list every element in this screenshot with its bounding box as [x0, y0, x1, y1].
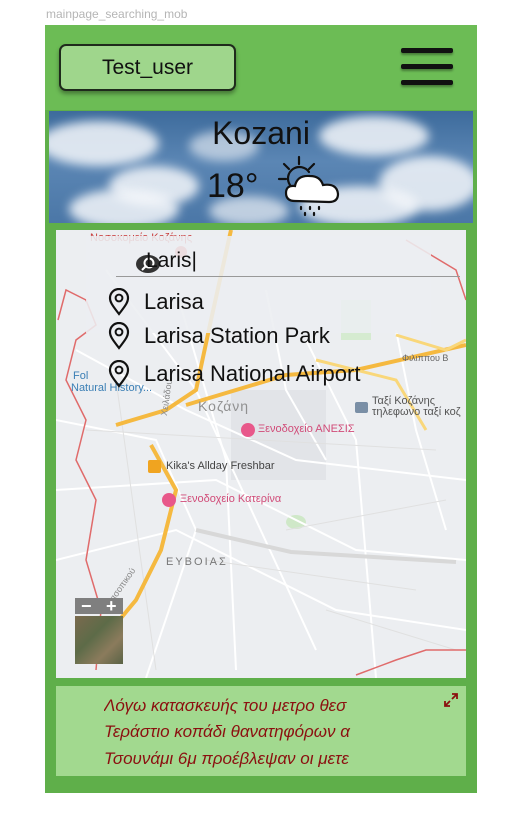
map-label-road: Φιλιππου Β	[402, 353, 449, 363]
city-name: Kozani	[212, 115, 310, 151]
map-label-city: Κοζάνη	[198, 398, 250, 414]
satellite-layer-thumbnail[interactable]	[75, 616, 123, 664]
suggestion-label: Larisa National Airport	[144, 361, 361, 386]
map-view[interactable]: Νοσοκομείο Κοζάνης Fol Natural History..…	[56, 230, 466, 678]
news-item[interactable]: Λόγω κατασκευής του μετρο θεσ	[104, 696, 464, 716]
cloud-sun-rain-icon	[277, 155, 340, 217]
search-panel: Laris|	[86, 236, 460, 333]
map-label-area: ΕΥΒΟΙΑΣ	[166, 556, 228, 568]
weather-banner: Kozani 18°	[49, 111, 473, 223]
suggestion-label: Larisa Station Park	[144, 323, 330, 348]
map-label-hotel-katerina: Ξενοδοχείο Κατερίνα	[180, 493, 282, 505]
news-item[interactable]: Τεράστιο κοπάδι θανατηφόρων α	[104, 722, 464, 742]
expand-icon[interactable]	[444, 693, 458, 707]
news-ticker: Λόγω κατασκευής του μετρο θεσ Τεράστιο κ…	[56, 686, 466, 776]
location-pin-icon	[108, 322, 130, 350]
location-pin-icon	[108, 360, 130, 388]
frame-label: mainpage_searching_mob	[46, 7, 188, 21]
hamburger-menu-icon[interactable]	[401, 45, 453, 87]
header: Test_user	[45, 25, 477, 110]
zoom-out-button[interactable]: −	[81, 596, 92, 617]
news-item[interactable]: Τσουνάμι 6μ προέβλεψαν οι μετε	[104, 749, 464, 769]
map-label-folk: Fol	[73, 370, 89, 382]
zoom-controls: − +	[75, 596, 123, 617]
temperature: 18°	[207, 167, 259, 205]
phone-frame: Test_user Kozani 18° Fol Natural History…	[45, 25, 477, 793]
zoom-in-button[interactable]: +	[106, 596, 117, 617]
suggestion-label: Larisa	[144, 289, 204, 314]
user-button[interactable]: Test_user	[59, 44, 236, 91]
map-label-taxi-phone: τηλεφωνο ταξί κοζ	[372, 406, 461, 418]
map-label-freshbar: Kika's Allday Freshbar	[166, 460, 275, 472]
location-pin-icon	[108, 288, 130, 316]
map-label-hotel-anesis: Ξενοδοχείο ΑΝΕΣΙΣ	[258, 423, 355, 435]
search-input[interactable]: Laris|	[146, 249, 197, 273]
